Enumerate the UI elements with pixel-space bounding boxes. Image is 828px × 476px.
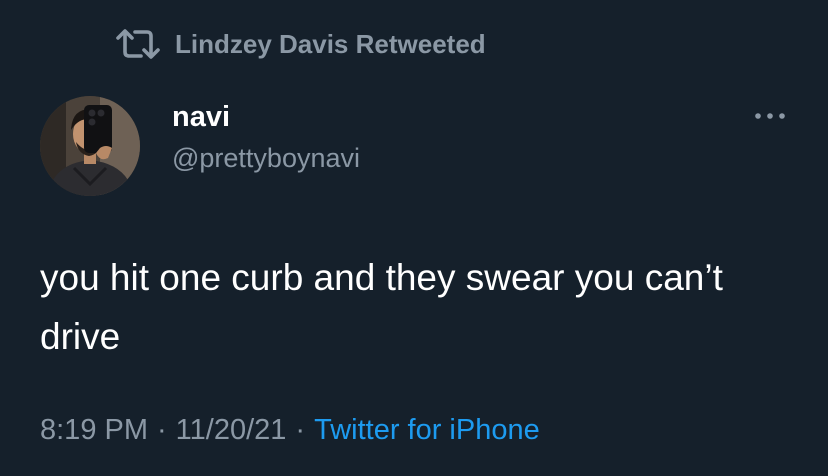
tweet-meta: 8:19 PM · 11/20/21 · Twitter for iPhone bbox=[40, 414, 540, 447]
retweet-icon bbox=[116, 29, 160, 59]
meta-separator: · bbox=[295, 414, 306, 446]
meta-separator: · bbox=[157, 414, 167, 446]
author-handle[interactable]: @prettyboynavi bbox=[172, 143, 360, 174]
retweet-context: Lindzey Davis Retweeted bbox=[115, 26, 486, 62]
tweet-text: you hit one curb and they swear you can’… bbox=[40, 257, 723, 357]
author-name[interactable]: navi bbox=[172, 101, 230, 134]
more-horizontal-icon[interactable] bbox=[752, 106, 788, 126]
tweet-date[interactable]: 11/20/21 bbox=[176, 414, 287, 447]
tweet-time[interactable]: 8:19 PM bbox=[40, 414, 148, 447]
retweeted-by-label[interactable]: Lindzey Davis Retweeted bbox=[175, 29, 486, 60]
avatar-photo bbox=[40, 96, 140, 196]
tweet-source-link[interactable]: Twitter for iPhone bbox=[314, 414, 540, 447]
avatar[interactable] bbox=[40, 96, 140, 196]
